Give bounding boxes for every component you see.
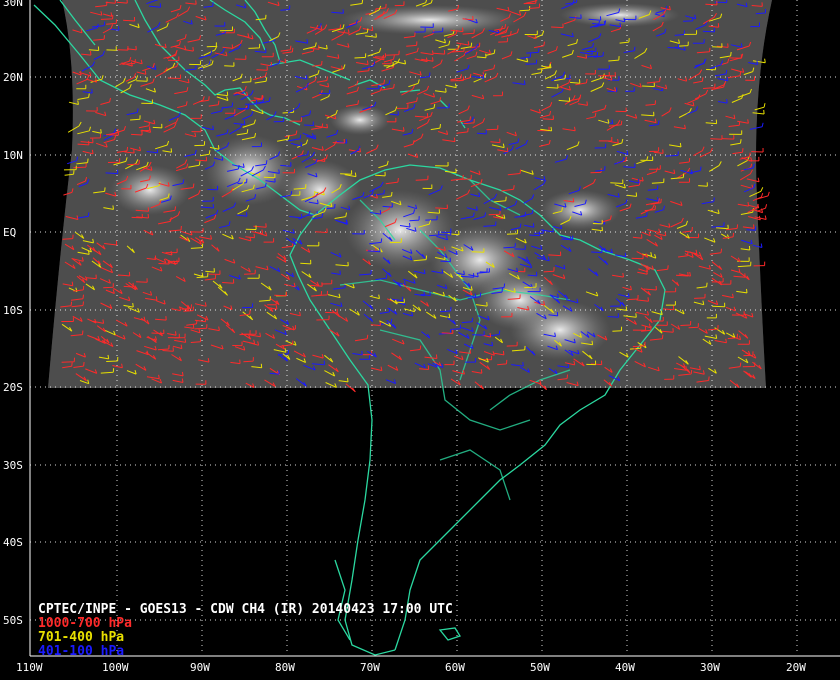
lon-label-60w: 60W [445,661,465,674]
legend-entry-high-level: 401-100 hPa [38,644,125,659]
map-caption: CPTEC/INPE - GOES13 - CDW CH4 (IR) 20140… [38,603,453,659]
lon-label-100w: 100W [102,661,129,674]
lat-label-30s: 30S [3,459,23,472]
legend-entry-mid-level: 701-400 hPa [38,630,125,645]
lat-label-30n: 30N [3,0,23,9]
map-title: CPTEC/INPE - GOES13 - CDW CH4 (IR) 20140… [38,602,453,617]
lon-label-110w: 110W [16,661,43,674]
lon-label-90w: 90W [190,661,210,674]
lon-label-40w: 40W [615,661,635,674]
lat-label-eq: EQ [3,226,17,239]
wind-vector-map [0,0,840,680]
lat-label-50s: 50S [3,614,23,627]
lon-label-30w: 30W [700,661,720,674]
legend-entry-low-level: 1000-700 hPa [38,616,132,631]
lat-label-10s: 10S [3,304,23,317]
lon-label-70w: 70W [360,661,380,674]
lon-label-80w: 80W [275,661,295,674]
lat-label-20s: 20S [3,381,23,394]
lon-label-20w: 20W [786,661,806,674]
lon-label-50w: 50W [530,661,550,674]
lat-label-20n: 20N [3,71,23,84]
lat-label-40s: 40S [3,536,23,549]
lat-label-10n: 10N [3,149,23,162]
